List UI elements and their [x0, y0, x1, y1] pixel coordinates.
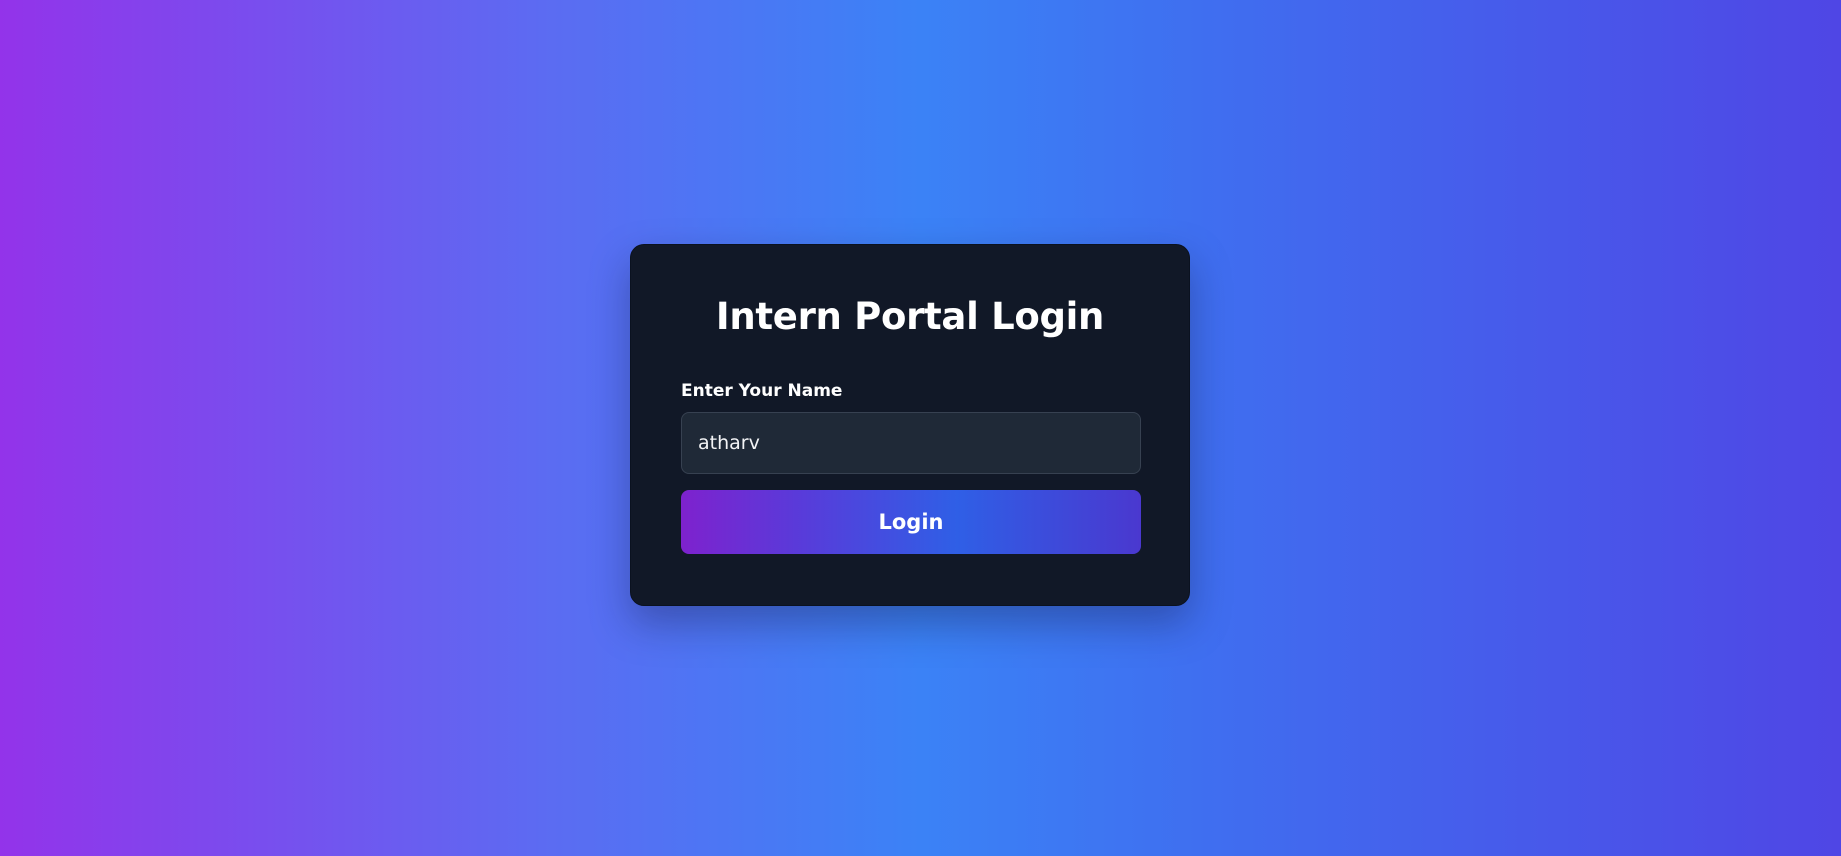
name-field-label: Enter Your Name [681, 380, 843, 401]
login-button[interactable]: Login [681, 489, 1141, 554]
page-title: Intern Portal Login [715, 295, 1105, 338]
login-card: Intern Portal Login Enter Your Name Logi… [630, 244, 1190, 606]
name-input[interactable] [681, 411, 1141, 474]
